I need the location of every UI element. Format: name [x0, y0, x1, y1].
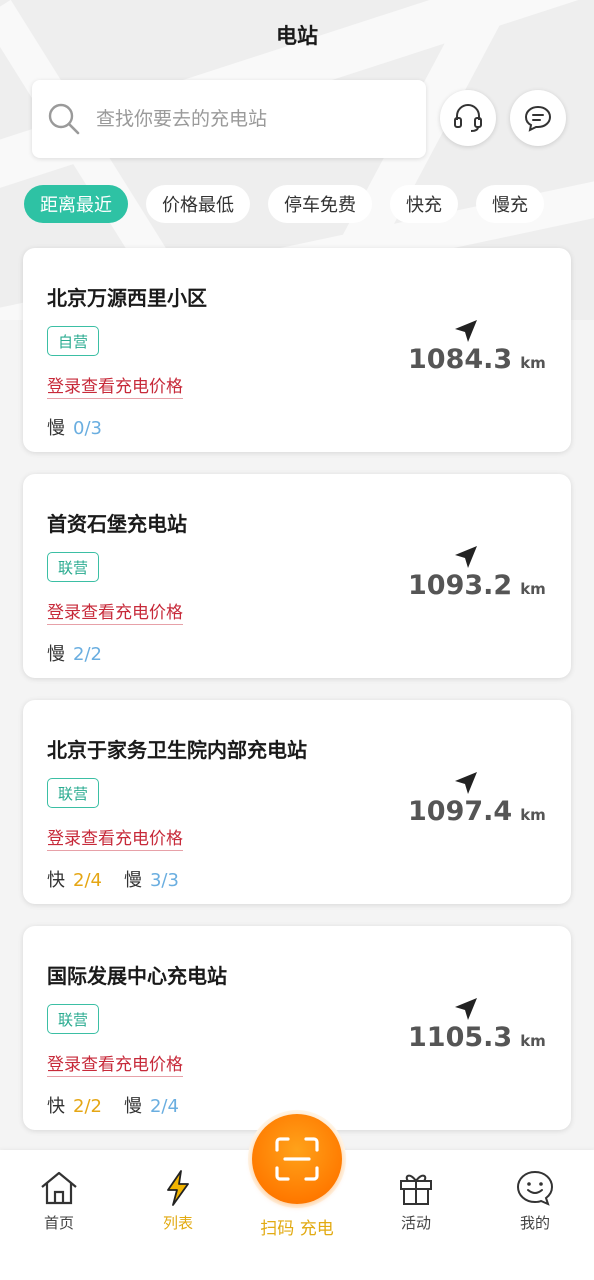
lightning-icon: [167, 1170, 189, 1206]
scan-icon: [275, 1137, 319, 1181]
search-input[interactable]: [96, 108, 396, 130]
navigate-arrow-icon[interactable]: [453, 770, 479, 796]
station-card[interactable]: 北京于家务卫生院内部充电站 联营 登录查看充电价格 快 2/4 慢 3/3 1097…: [23, 700, 571, 904]
operator-tag: 联营: [47, 552, 100, 582]
station-card[interactable]: 北京万源西里小区 自营 登录查看充电价格 慢 0/3 1084.3 km: [23, 248, 571, 452]
port-status: 慢 0/3: [47, 414, 102, 440]
tab-home[interactable]: 首页: [19, 1170, 99, 1233]
operator-tag: 自营: [47, 326, 100, 356]
port-status: 慢 2/2: [47, 640, 102, 666]
fast-ports: 快 2/4: [47, 870, 102, 891]
distance: 1105.3 km: [408, 1022, 546, 1053]
operator-tag: 联营: [47, 1004, 100, 1034]
scan-button-ring: [248, 1110, 346, 1208]
station-name: 国际发展中心充电站: [47, 964, 227, 988]
station-name: 北京万源西里小区: [47, 286, 207, 310]
filter-slow-charge[interactable]: 慢充: [476, 185, 544, 223]
distance: 1084.3 km: [408, 344, 546, 375]
slow-ports: 慢 2/2: [47, 644, 102, 665]
filter-fast-charge[interactable]: 快充: [390, 185, 458, 223]
station-card[interactable]: 首资石堡充电站 联营 登录查看充电价格 慢 2/2 1093.2 km: [23, 474, 571, 678]
filter-free-parking[interactable]: 停车免费: [268, 185, 372, 223]
search-icon: [48, 103, 80, 135]
home-icon: [41, 1171, 77, 1205]
station-name: 北京于家务卫生院内部充电站: [47, 738, 307, 762]
fast-ports: 快 2/2: [47, 1096, 102, 1117]
headset-icon: [454, 104, 482, 132]
login-price-link[interactable]: 登录查看充电价格: [47, 372, 183, 399]
smiley-chat-icon: [516, 1170, 554, 1206]
navigate-arrow-icon[interactable]: [453, 996, 479, 1022]
distance: 1093.2 km: [408, 570, 546, 601]
filter-bar: 距离最近 价格最低 停车免费 快充 慢充: [24, 185, 594, 223]
operator-tag: 联营: [47, 778, 100, 808]
tab-mine[interactable]: 我的: [495, 1170, 575, 1233]
page-title: 电站: [276, 24, 318, 48]
navigate-arrow-icon[interactable]: [453, 318, 479, 344]
login-price-link[interactable]: 登录查看充电价格: [47, 598, 183, 625]
filter-lowest-price[interactable]: 价格最低: [146, 185, 250, 223]
filter-nearest[interactable]: 距离最近: [24, 185, 128, 223]
login-price-link[interactable]: 登录查看充电价格: [47, 1050, 183, 1077]
slow-ports: 慢 0/3: [47, 418, 102, 439]
chat-bubble-icon: [524, 105, 552, 132]
port-status: 快 2/4 慢 3/3: [47, 866, 179, 892]
station-card[interactable]: 国际发展中心充电站 联营 登录查看充电价格 快 2/2 慢 2/4 1105.3 km: [23, 926, 571, 1130]
gift-icon: [400, 1174, 432, 1205]
slow-ports: 慢 3/3: [123, 870, 179, 891]
message-button[interactable]: [510, 90, 566, 146]
distance: 1097.4 km: [408, 796, 546, 827]
customer-service-button[interactable]: [440, 90, 496, 146]
port-status: 快 2/2 慢 2/4: [47, 1092, 179, 1118]
search-box[interactable]: [32, 80, 426, 158]
scan-charge-label[interactable]: 扫码 充电: [236, 1214, 358, 1239]
navigate-arrow-icon[interactable]: [453, 544, 479, 570]
scan-charge-button[interactable]: [252, 1114, 342, 1204]
station-name: 首资石堡充电站: [47, 512, 187, 536]
tab-activity[interactable]: 活动: [376, 1170, 456, 1233]
login-price-link[interactable]: 登录查看充电价格: [47, 824, 183, 851]
slow-ports: 慢 2/4: [123, 1096, 179, 1117]
tab-list[interactable]: 列表: [138, 1170, 218, 1233]
